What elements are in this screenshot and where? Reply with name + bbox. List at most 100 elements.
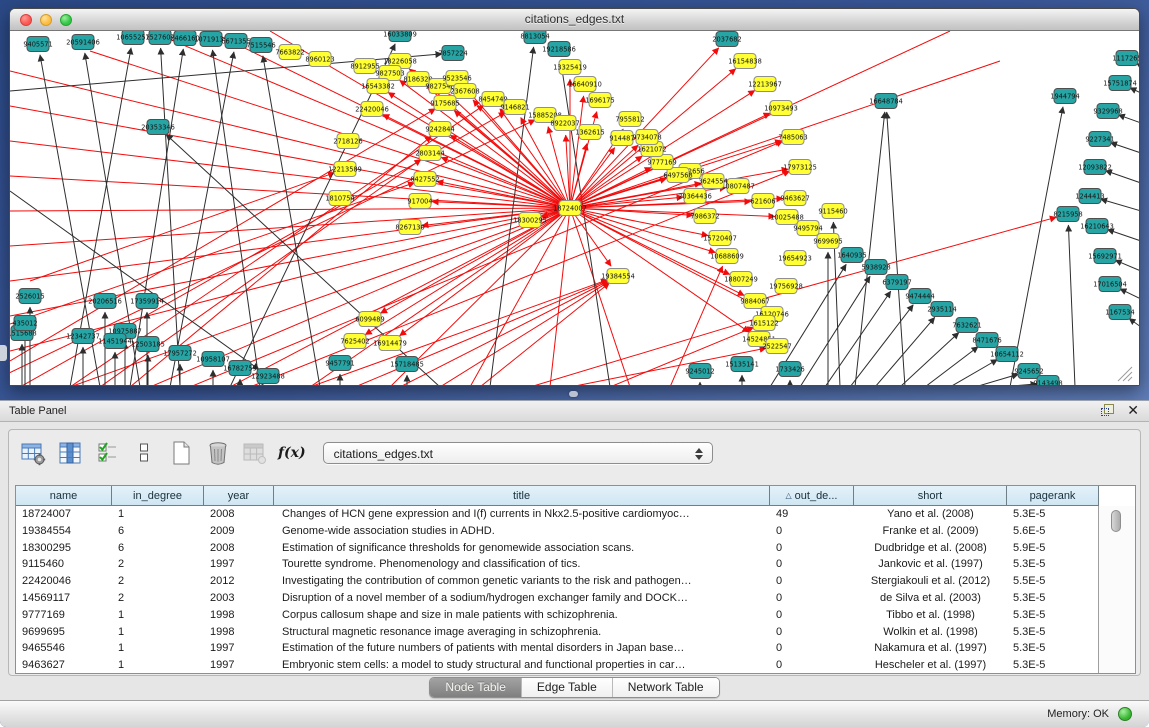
table-select-dropdown[interactable]: citations_edges.txt (323, 442, 713, 464)
network-node[interactable]: 5938928 (861, 260, 890, 275)
table-cell[interactable]: 5.3E-5 (1007, 624, 1099, 641)
network-edge[interactable] (950, 360, 998, 386)
table-cell[interactable]: Franke et al. (2009) (854, 523, 1007, 540)
table-cell[interactable]: 1 (112, 607, 204, 624)
table-cell[interactable]: 0 (770, 640, 854, 657)
network-edge[interactable] (170, 52, 234, 385)
table-cell[interactable]: Investigating the contribution of common… (274, 573, 770, 590)
column-header-title[interactable]: title (274, 486, 770, 506)
network-edge[interactable] (925, 347, 978, 385)
network-node[interactable]: 8960123 (305, 52, 334, 67)
table-cell[interactable]: 0 (770, 573, 854, 590)
network-edge[interactable] (570, 145, 638, 208)
table-cell[interactable]: 2008 (204, 506, 274, 523)
table-cell[interactable]: 1998 (204, 607, 274, 624)
network-node[interactable]: 8471676 (972, 333, 1001, 348)
table-cell[interactable]: 2003 (204, 590, 274, 607)
table-cell[interactable]: 5.3E-5 (1007, 607, 1099, 624)
table-row[interactable]: 1938455462009Genome-wide association stu… (16, 523, 1135, 540)
table-row[interactable]: 969969511998Structural magnetic resonanc… (16, 624, 1135, 641)
float-panel-icon[interactable] (1100, 403, 1115, 418)
select-all-button[interactable] (93, 439, 121, 467)
network-edge[interactable] (400, 281, 608, 385)
network-edge[interactable] (875, 317, 935, 385)
table-cell[interactable]: Estimation of significance thresholds fo… (274, 540, 770, 557)
network-edge[interactable] (161, 48, 180, 385)
table-cell[interactable]: 0 (770, 607, 854, 624)
network-edge[interactable] (570, 208, 749, 332)
network-node[interactable]: 10688609 (710, 249, 744, 264)
network-node[interactable]: 19654923 (778, 251, 812, 266)
table-cell[interactable]: 0 (770, 590, 854, 607)
table-cell[interactable]: Hescheler et al. (1997) (854, 657, 1007, 673)
network-node[interactable]: 9115460 (818, 204, 847, 219)
network-edge[interactable] (1101, 199, 1139, 211)
network-node[interactable]: 1615122 (749, 316, 778, 331)
table-row[interactable]: 946362711997Embryonic stem cells: a mode… (16, 657, 1135, 673)
table-cell[interactable]: Dudbridge et al. (2008) (854, 540, 1007, 557)
network-edge[interactable] (230, 44, 395, 385)
network-node[interactable]: 621606 (750, 194, 775, 209)
table-cell[interactable]: 0 (770, 624, 854, 641)
table-cell[interactable]: 6 (112, 540, 204, 557)
column-header-pagerank[interactable]: pagerank (1007, 486, 1099, 506)
table-cell[interactable]: 22420046 (16, 573, 112, 590)
panel-splitter-handle[interactable] (569, 391, 578, 397)
tab-node-table[interactable]: Node Table (430, 678, 521, 697)
table-cell[interactable]: Yano et al. (2008) (854, 506, 1007, 523)
table-cell[interactable]: Changes of HCN gene expression and I(f) … (274, 506, 770, 523)
network-edge[interactable] (10, 208, 570, 281)
scrollbar-thumb[interactable] (1111, 510, 1121, 532)
table-cell[interactable]: 0 (770, 540, 854, 557)
table-cell[interactable]: 18300295 (16, 540, 112, 557)
network-node[interactable]: 17359914 (130, 294, 164, 309)
table-cell[interactable]: 2 (112, 590, 204, 607)
network-node[interactable]: 12213589 (328, 162, 362, 177)
column-header-name[interactable]: name (16, 486, 112, 506)
network-node[interactable]: 9143498 (1033, 376, 1062, 386)
network-node[interactable]: 9734078 (632, 130, 661, 145)
network-edge[interactable] (10, 208, 570, 351)
table-cell[interactable]: Jankovic et al. (1997) (854, 556, 1007, 573)
network-node[interactable]: 15135141 (725, 357, 759, 372)
new-column-button[interactable] (167, 439, 195, 467)
network-node[interactable]: 2037682 (712, 32, 741, 47)
network-node[interactable]: 7632621 (952, 318, 981, 333)
network-edge[interactable] (1120, 289, 1139, 299)
table-cell[interactable]: 14569117 (16, 590, 112, 607)
network-node[interactable]: 8267130 (395, 220, 424, 235)
network-edge[interactable] (1105, 171, 1139, 183)
network-node[interactable]: 1733426 (775, 362, 804, 377)
table-cell[interactable]: Tibbo et al. (1998) (854, 607, 1007, 624)
network-edge[interactable] (825, 291, 891, 385)
table-cell[interactable]: 5.9E-5 (1007, 540, 1099, 557)
table-cell[interactable]: 1997 (204, 640, 274, 657)
network-node[interactable]: 435012 (12, 316, 37, 331)
table-row[interactable]: 1872400712008Changes of HCN gene express… (16, 506, 1135, 523)
network-edge[interactable] (1068, 225, 1075, 385)
network-node[interactable]: 7663822 (275, 45, 304, 60)
network-edge[interactable] (887, 112, 905, 385)
network-edge[interactable] (800, 276, 870, 385)
network-node[interactable]: 2522547 (762, 339, 791, 354)
column-header-outde[interactable]: △out_de... (770, 486, 854, 506)
network-node[interactable]: 16914479 (373, 336, 407, 351)
network-node[interactable]: 7857224 (438, 46, 467, 61)
network-node[interactable]: 10654112 (990, 347, 1024, 362)
network-node[interactable]: 1944794 (1050, 89, 1079, 104)
table-cell[interactable]: 5.5E-5 (1007, 573, 1099, 590)
column-visibility-button[interactable] (56, 439, 84, 467)
network-node[interactable]: 19756928 (769, 279, 803, 294)
close-panel-icon[interactable]: ✕ (1127, 403, 1139, 418)
table-cell[interactable]: 5.3E-5 (1007, 556, 1099, 573)
network-node[interactable]: 8427552 (410, 172, 439, 187)
network-edge[interactable] (1129, 318, 1139, 327)
column-header-short[interactable]: short (854, 486, 1007, 506)
network-node[interactable]: 6099489 (355, 312, 384, 327)
column-header-indegree[interactable]: in_degree (112, 486, 204, 506)
delete-column-button[interactable] (204, 439, 232, 467)
table-cell[interactable]: 0 (770, 657, 854, 673)
memory-status-indicator[interactable] (1118, 707, 1132, 721)
table-cell[interactable]: Tourette syndrome. Phenomenology and cla… (274, 556, 770, 573)
network-node[interactable]: 1244413 (1075, 189, 1104, 204)
